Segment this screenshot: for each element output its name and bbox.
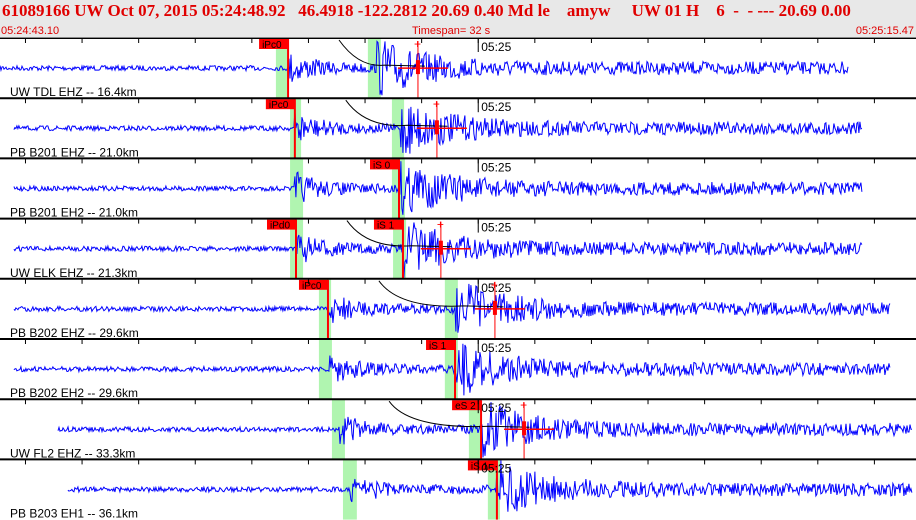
station-label: UW ELK EHZ -- 21.3km xyxy=(10,266,137,280)
phase-pick-label: iPc0 xyxy=(302,281,322,292)
station-label: PB B202 EHZ -- 29.6km xyxy=(10,326,139,340)
station-label: PB B201 EHZ -- 21.0km xyxy=(10,145,139,159)
amplitude-marker xyxy=(434,120,439,135)
phase-pick-label: iPc0 xyxy=(262,40,282,51)
minute-label: 05:25 xyxy=(481,100,511,114)
trace-panel[interactable]: eS 2 +05:25 UW FL2 EHZ -- 33.3km xyxy=(0,398,916,460)
station-label: UW TDL EHZ -- 16.4km xyxy=(10,85,137,99)
station-label: PB B201 EH2 -- 21.0km xyxy=(10,206,138,220)
phase-pick-label: iPd0 xyxy=(270,221,290,232)
phase-pick-label: iS 1 xyxy=(429,341,447,352)
minute-label: 05:25 xyxy=(481,461,511,475)
waveform xyxy=(13,161,863,215)
plus-icon: + xyxy=(437,218,444,232)
plus-icon: + xyxy=(520,398,527,412)
phase-pick-label: iPc0 xyxy=(269,100,289,111)
plus-icon: + xyxy=(414,38,421,51)
end-time: 05:25:15.47 xyxy=(855,25,914,37)
trace-panel[interactable]: iPc0 +05:25 UW TDL EHZ -- 16.4km xyxy=(0,38,916,99)
amplitude-marker xyxy=(438,240,443,255)
amplitude-marker xyxy=(492,300,497,315)
start-time: 05:24:43.10 xyxy=(1,25,60,37)
trace-panel[interactable]: iPc0 +05:25PB B202 EHZ -- 29.6km xyxy=(0,278,916,340)
trace-panel[interactable]: iPc0 +05:25 PB B201 EHZ -- 21.0km xyxy=(0,97,916,159)
event-header: 61089166 UW Oct 07, 2015 05:24:48.92 46.… xyxy=(0,0,916,38)
travel-time-curve xyxy=(338,39,425,67)
trace-panel[interactable]: iPd0 iS 1 +05:25 UW ELK EHZ -- 21.3km xyxy=(0,217,916,280)
trace-panel[interactable]: iS 105:25PB B203 EH1 -- 36.1km xyxy=(0,458,916,520)
timespan: Timespan= 32 s xyxy=(412,25,491,37)
phase-pick-label: iS 1 xyxy=(377,221,395,232)
station-label: UW FL2 EHZ -- 33.3km xyxy=(10,446,135,460)
trace-panel[interactable]: iS 1 05:25 PB B202 EH2 -- 29.6km xyxy=(0,338,916,400)
amplitude-marker xyxy=(415,60,420,75)
phase-pick-label: iS 0 xyxy=(373,160,391,171)
seismogram-panels[interactable]: iPc0 +05:25 UW TDL EHZ -- 16.4km iPc0 +05:25… xyxy=(0,38,916,520)
pick-window xyxy=(318,339,332,400)
minute-label: 05:25 xyxy=(481,281,511,295)
minute-label: 05:25 xyxy=(481,221,511,235)
minute-label: 05:25 xyxy=(481,401,511,415)
amplitude-marker xyxy=(522,421,527,436)
minute-label: 05:25 xyxy=(481,160,511,174)
plus-icon: + xyxy=(433,97,440,111)
station-label: PB B202 EH2 -- 29.6km xyxy=(10,386,138,400)
phase-pick-label: eS 2 xyxy=(455,401,476,412)
event-summary: 61089166 UW Oct 07, 2015 05:24:48.92 46.… xyxy=(2,1,851,20)
minute-label: 05:25 xyxy=(481,40,511,54)
trace-panel[interactable]: iS 0 05:25 PB B201 EH2 -- 21.0km xyxy=(0,157,916,220)
minute-label: 05:25 xyxy=(481,341,511,355)
station-label: PB B203 EH1 -- 36.1km xyxy=(10,507,138,520)
